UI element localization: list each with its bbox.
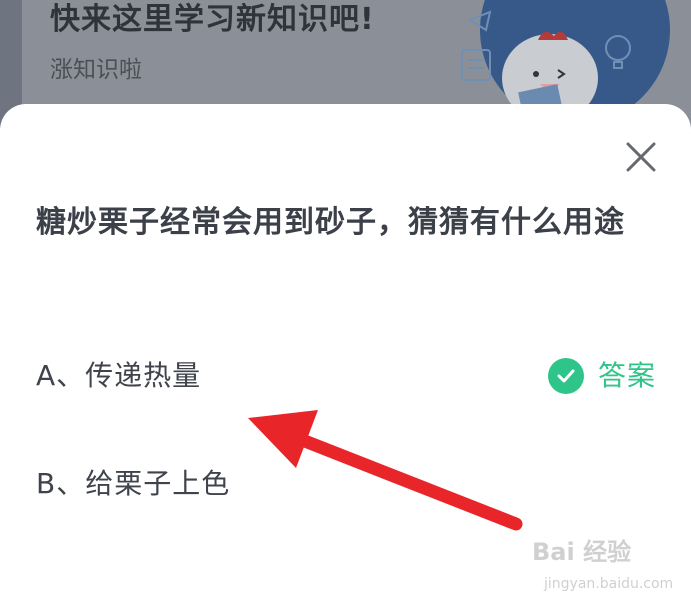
mascot-illustration <box>461 0 670 110</box>
option-a[interactable]: A、传递热量 答案 <box>36 348 656 404</box>
option-b-label: B、给栗子上色 <box>36 467 231 500</box>
option-b[interactable]: B、给栗子上色 <box>36 456 656 512</box>
answer-tag: 答案 <box>547 348 656 404</box>
watermark-logo: Bai 经验 <box>532 538 632 566</box>
question-text: 糖炒栗子经常会用到砂子，猜猜有什么用途 <box>36 205 625 240</box>
watermark: Bai 经验 jingyan.baidu.com <box>532 532 682 602</box>
option-a-label: A、传递热量 <box>36 359 202 392</box>
check-icon <box>547 358 584 394</box>
close-icon <box>626 142 656 172</box>
watermark-url: jingyan.baidu.com <box>544 576 674 592</box>
background-card-title: 快来这里学习新知识吧! <box>50 2 375 37</box>
close-button[interactable] <box>622 138 660 176</box>
background-card-subtitle: 涨知识啦 <box>50 57 142 83</box>
answer-label: 答案 <box>597 359 656 392</box>
